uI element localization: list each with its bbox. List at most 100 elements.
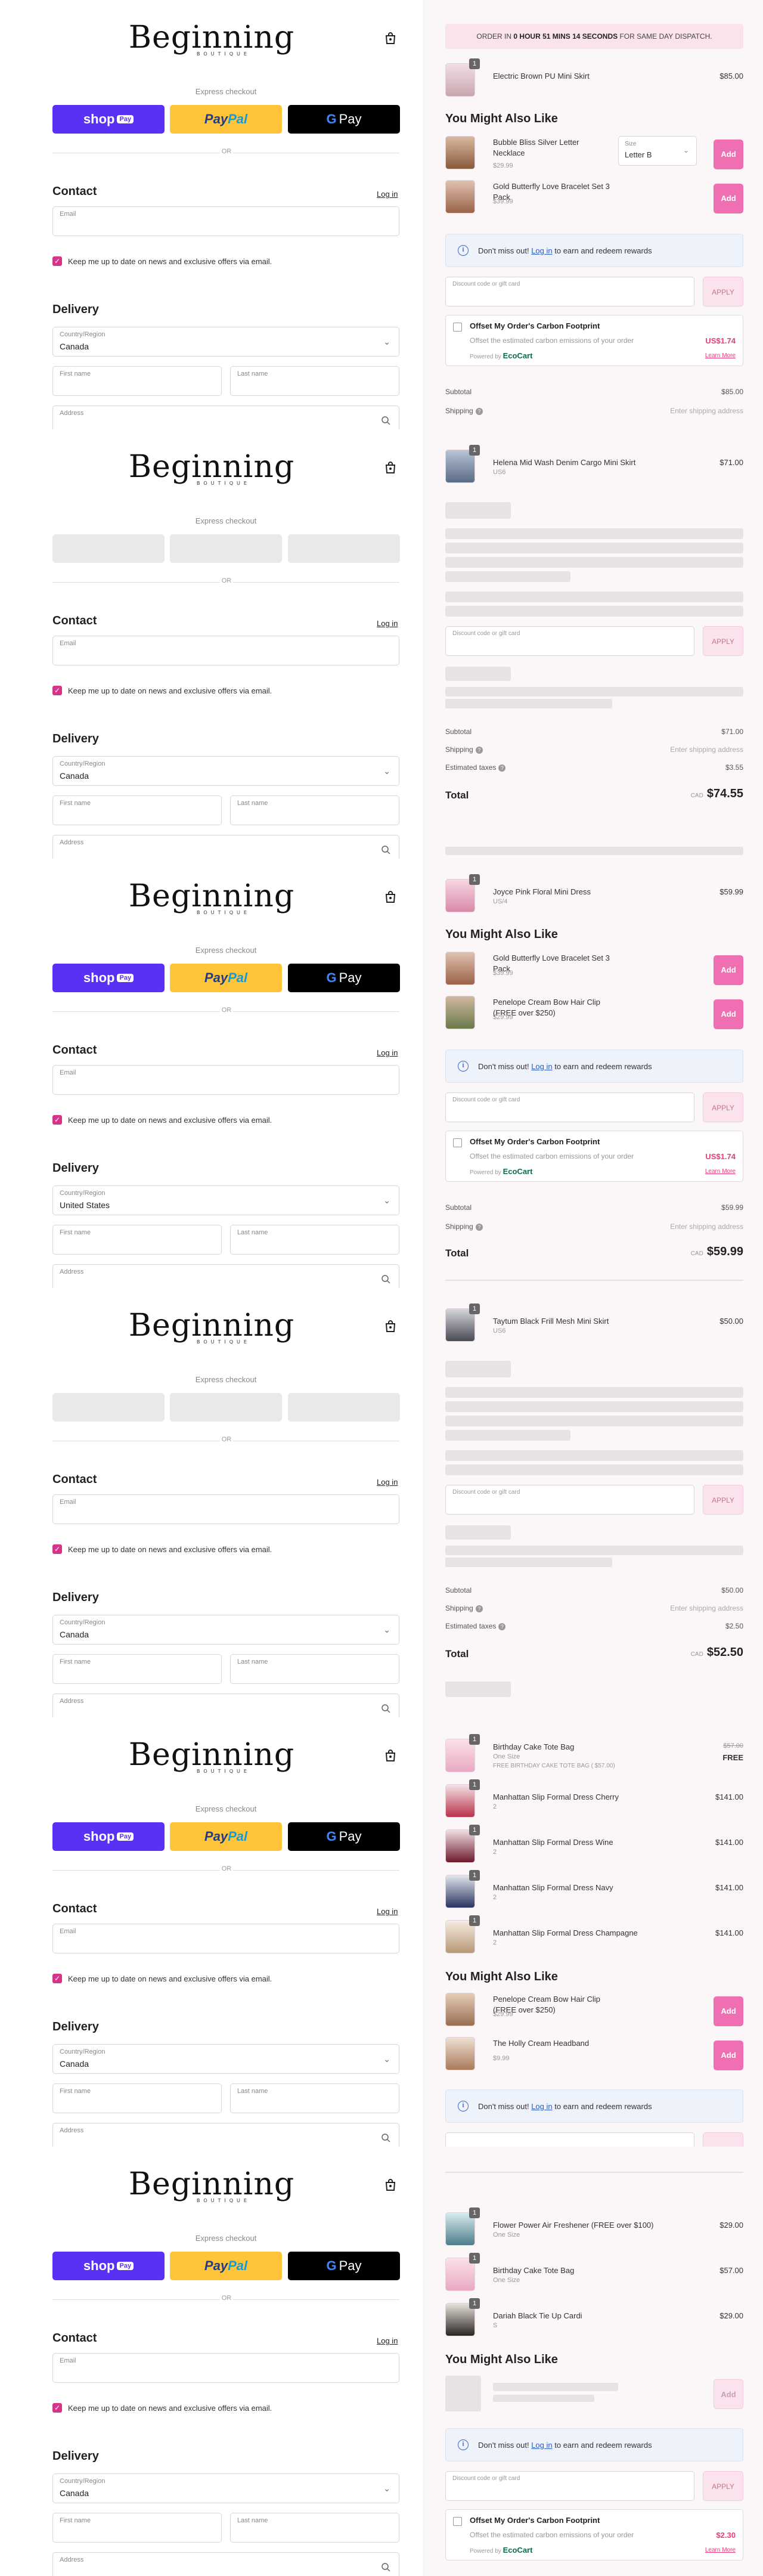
first-name-field[interactable]: First name — [52, 2083, 222, 2113]
shop-pay-button[interactable]: shop Pay — [52, 1822, 165, 1851]
store-logo[interactable]: Beginning BOUTIQUE — [0, 880, 423, 922]
google-pay-button[interactable]: G Pay — [288, 2252, 400, 2280]
news-checkbox-row[interactable]: ✓ Keep me up to date on news and exclusiv… — [52, 256, 272, 266]
paypal-button[interactable]: Pay Pal — [170, 105, 282, 134]
last-name-field[interactable]: Last name — [230, 2513, 399, 2543]
login-link[interactable]: Log in — [377, 619, 398, 628]
rewards-login-link[interactable]: Log in — [531, 2102, 552, 2111]
checkbox-checked-icon[interactable]: ✓ — [52, 1974, 62, 1983]
help-icon[interactable]: ? — [475, 747, 483, 754]
learn-more-link[interactable]: Learn More — [705, 1168, 736, 1175]
add-button[interactable]: Add — [714, 2041, 743, 2070]
add-button[interactable]: Add — [714, 999, 743, 1029]
email-field[interactable]: Email — [52, 1924, 399, 1953]
google-pay-button[interactable]: G Pay — [288, 105, 400, 134]
apply-button[interactable] — [703, 2132, 743, 2147]
news-checkbox-row[interactable]: ✓ Keep me up to date on news and exclusiv… — [52, 1544, 272, 1554]
store-logo[interactable]: Beginning BOUTIQUE — [0, 451, 423, 493]
news-checkbox-row[interactable]: ✓ Keep me up to date on news and exclusiv… — [52, 686, 272, 695]
discount-code-field[interactable]: Discount code or gift card — [445, 1092, 694, 1122]
email-field[interactable]: Email — [52, 1065, 399, 1095]
checkbox-checked-icon[interactable]: ✓ — [52, 1115, 62, 1125]
country-select[interactable]: Country/Region Canada ⌄ — [52, 2044, 399, 2074]
shopping-bag-icon[interactable] — [383, 460, 398, 475]
google-pay-button[interactable]: G Pay — [288, 964, 400, 992]
country-select[interactable]: Country/Region Canada ⌄ — [52, 1615, 399, 1645]
login-link[interactable]: Log in — [377, 1478, 398, 1487]
shopping-bag-icon[interactable] — [383, 890, 398, 904]
carbon-checkbox[interactable] — [453, 1138, 462, 1147]
first-name-field[interactable]: First name — [52, 366, 222, 396]
news-checkbox-row[interactable]: ✓ Keep me up to date on news and exclusiv… — [52, 1974, 272, 1983]
checkbox-checked-icon[interactable]: ✓ — [52, 256, 62, 266]
add-button[interactable]: Add — [714, 140, 743, 169]
discount-code-field[interactable]: Discount code or gift card — [445, 277, 694, 306]
checkbox-checked-icon[interactable]: ✓ — [52, 1544, 62, 1554]
first-name-field[interactable]: First name — [52, 1225, 222, 1255]
last-name-field[interactable]: Last name — [230, 2083, 399, 2113]
apply-button[interactable]: APPLY — [703, 277, 743, 306]
address-field[interactable]: Address — [52, 1264, 399, 1288]
address-field[interactable]: Address — [52, 835, 399, 859]
add-button[interactable]: Add — [714, 2379, 743, 2409]
shop-pay-button[interactable]: shop Pay — [52, 964, 165, 992]
email-field[interactable]: Email — [52, 1494, 399, 1524]
help-icon[interactable]: ? — [498, 764, 506, 772]
shopping-bag-icon[interactable] — [383, 1748, 398, 1763]
help-icon[interactable]: ? — [475, 1605, 483, 1612]
last-name-field[interactable]: Last name — [230, 1654, 399, 1684]
learn-more-link[interactable]: Learn More — [705, 352, 736, 359]
store-logo[interactable]: Beginning BOUTIQUE — [0, 1309, 423, 1351]
country-select[interactable]: Country/Region United States ⌄ — [52, 1185, 399, 1215]
store-logo[interactable]: Beginning BOUTIQUE — [0, 2168, 423, 2210]
email-field[interactable]: Email — [52, 2353, 399, 2383]
shopping-bag-icon[interactable] — [383, 2178, 398, 2192]
add-button[interactable]: Add — [714, 1996, 743, 2026]
country-select[interactable]: Country/Region Canada ⌄ — [52, 756, 399, 786]
login-link[interactable]: Log in — [377, 2336, 398, 2345]
shopping-bag-icon[interactable] — [383, 31, 398, 45]
apply-button[interactable]: APPLY — [703, 2471, 743, 2501]
add-button[interactable]: Add — [714, 955, 743, 985]
last-name-field[interactable]: Last name — [230, 366, 399, 396]
country-select[interactable]: Country/Region Canada ⌄ — [52, 327, 399, 357]
store-logo[interactable]: Beginning BOUTIQUE — [0, 21, 423, 63]
last-name-field[interactable]: Last name — [230, 1225, 399, 1255]
paypal-button[interactable]: Pay Pal — [170, 964, 282, 992]
paypal-button[interactable]: Pay Pal — [170, 1822, 282, 1851]
discount-code-field[interactable]: Discount code or gift card — [445, 2471, 694, 2501]
shopping-bag-icon[interactable] — [383, 1319, 398, 1333]
login-link[interactable]: Log in — [377, 1907, 398, 1916]
first-name-field[interactable]: First name — [52, 795, 222, 825]
google-pay-button[interactable]: G Pay — [288, 1822, 400, 1851]
rewards-login-link[interactable]: Log in — [531, 2441, 552, 2450]
help-icon[interactable]: ? — [475, 1224, 483, 1231]
apply-button[interactable]: APPLY — [703, 1485, 743, 1515]
paypal-button[interactable]: Pay Pal — [170, 2252, 282, 2280]
address-field[interactable]: Address — [52, 2123, 399, 2147]
checkbox-checked-icon[interactable]: ✓ — [52, 686, 62, 695]
first-name-field[interactable]: First name — [52, 1654, 222, 1684]
news-checkbox-row[interactable]: ✓ Keep me up to date on news and exclusiv… — [52, 2403, 272, 2413]
rewards-login-link[interactable]: Log in — [531, 246, 552, 255]
email-field[interactable]: Email — [52, 206, 399, 236]
discount-code-field[interactable] — [445, 2132, 694, 2147]
address-field[interactable]: Address — [52, 1693, 399, 1717]
discount-code-field[interactable]: Discount code or gift card — [445, 1485, 694, 1515]
add-button[interactable]: Add — [714, 184, 743, 213]
apply-button[interactable]: APPLY — [703, 626, 743, 656]
size-select[interactable]: Size Letter B ⌄ — [618, 136, 697, 166]
country-select[interactable]: Country/Region Canada ⌄ — [52, 2473, 399, 2503]
apply-button[interactable]: APPLY — [703, 1092, 743, 1122]
address-field[interactable]: Address — [52, 2552, 399, 2576]
carbon-checkbox[interactable] — [453, 2517, 462, 2526]
login-link[interactable]: Log in — [377, 190, 398, 199]
email-field[interactable]: Email — [52, 636, 399, 665]
rewards-login-link[interactable]: Log in — [531, 1062, 552, 1071]
checkbox-checked-icon[interactable]: ✓ — [52, 2403, 62, 2413]
news-checkbox-row[interactable]: ✓ Keep me up to date on news and exclusiv… — [52, 1115, 272, 1125]
help-icon[interactable]: ? — [475, 408, 483, 415]
help-icon[interactable]: ? — [498, 1623, 506, 1630]
discount-code-field[interactable]: Discount code or gift card — [445, 626, 694, 656]
first-name-field[interactable]: First name — [52, 2513, 222, 2543]
